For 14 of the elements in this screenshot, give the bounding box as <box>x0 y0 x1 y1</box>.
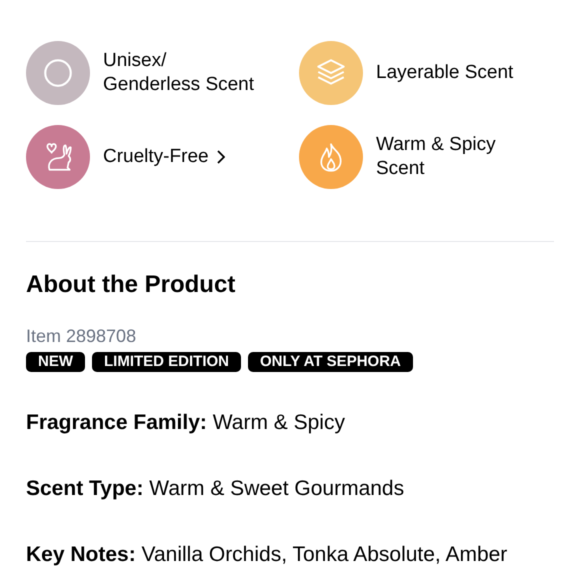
tag-badge: ONLY AT SEPHORA <box>248 352 413 372</box>
detail-text: Scent Type: Warm & Sweet Gourmands <box>26 476 406 502</box>
feature-link[interactable]: Cruelty-Free <box>103 145 209 169</box>
detail-text: Key Notes: Vanilla Orchids, Tonka Absolute, Amber <box>26 542 508 568</box>
chevron-right-icon[interactable] <box>216 150 225 164</box>
tag-badge: NEW <box>26 352 85 372</box>
tag-badge: LIMITED EDITION <box>92 352 241 372</box>
section-heading: About the Product <box>26 270 236 300</box>
feature-label: Warm & Spicy Scent <box>376 133 497 181</box>
feature-label: Unisex/ Genderless Scent <box>103 49 256 97</box>
item-number: Item 2898708 <box>26 325 138 348</box>
circle-icon <box>41 56 75 90</box>
feature-label: Layerable Scent <box>376 61 514 85</box>
detail-text: Fragrance Family: Warm & Spicy <box>26 410 346 436</box>
